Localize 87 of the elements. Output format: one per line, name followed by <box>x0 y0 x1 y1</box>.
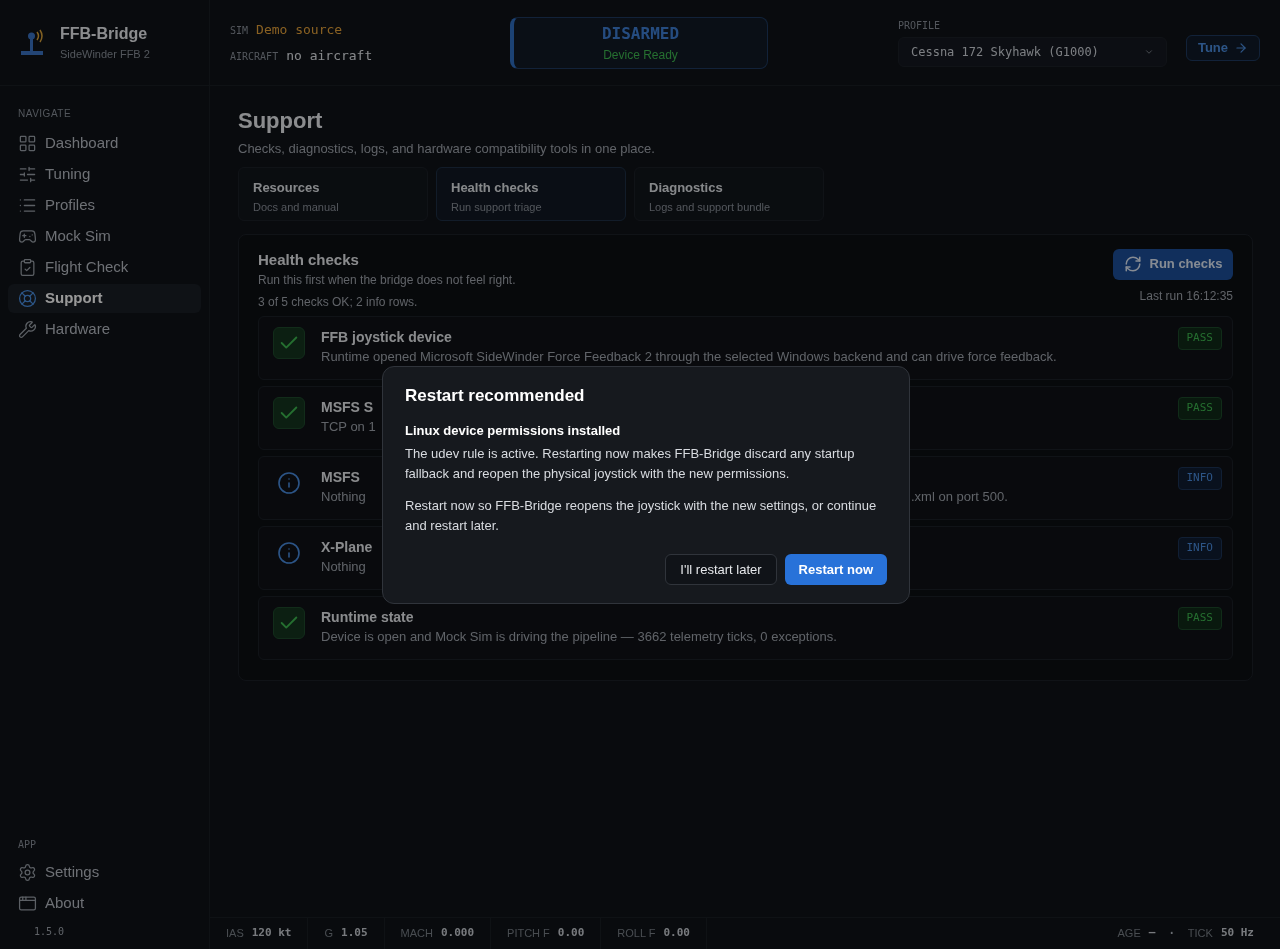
sim-value: Demo source <box>256 21 343 39</box>
telemetry-label: ROLL F <box>617 926 656 942</box>
panel-subtitle: Run this first when the bridge does not feel right. <box>258 272 516 289</box>
nav-item[interactable]: Flight Check <box>8 253 201 282</box>
app-version: 1.5.0 <box>33 925 66 939</box>
telemetry-value: 0.00 <box>663 925 690 942</box>
telemetry-value: 120 kt <box>251 925 292 942</box>
check-description: TCP on 1 <box>321 418 376 436</box>
app-subtitle: SideWinder FFB 2 <box>60 47 150 63</box>
profile-label: PROFILE <box>898 19 942 33</box>
panel-title: Health checks <box>258 249 360 270</box>
telemetry-label: AGE <box>1117 926 1141 942</box>
device-status: Device Ready <box>603 46 678 64</box>
info-icon <box>277 471 301 495</box>
telemetry-value: 0.000 <box>440 925 475 942</box>
run-checks-button[interactable]: Run checks <box>1113 248 1233 280</box>
nav-item[interactable]: Settings <box>8 858 201 887</box>
telemetry-label: IAS <box>226 926 244 942</box>
profile-select[interactable]: Cessna 172 Skyhawk (G1000) <box>898 37 1167 67</box>
nav-item[interactable]: About <box>8 889 201 918</box>
info-icon <box>277 541 301 565</box>
status-badge: PASS <box>1177 327 1222 350</box>
section-tab[interactable]: Diagnostics Logs and support bundle <box>634 166 824 221</box>
tune-button[interactable]: Tune <box>1186 34 1260 61</box>
dialog-subtitle: Linux device permissions installed <box>405 421 622 440</box>
telemetry-value: — <box>1148 925 1156 942</box>
grid-icon <box>18 134 37 153</box>
telemetry-value: 50 Hz <box>1220 925 1254 942</box>
refresh-icon <box>1123 255 1142 273</box>
window-icon <box>18 894 37 913</box>
check-icon <box>273 327 305 359</box>
telemetry-label: MACH <box>400 926 433 942</box>
arm-state: DISARMED <box>601 22 680 45</box>
nav-item[interactable]: Profiles <box>8 191 201 220</box>
nav-item[interactable]: Hardware <box>8 315 201 344</box>
telemetry-value: 1.05 <box>341 925 368 942</box>
check-title: MSFS <box>321 468 360 487</box>
check-icon <box>273 397 305 429</box>
page-subtitle: Checks, diagnostics, logs, and hardware compatibility tools in one place. <box>238 140 656 158</box>
app-heading: APP <box>17 838 38 852</box>
check-description: Nothing <box>321 558 366 576</box>
nav-item[interactable]: Dashboard <box>8 129 201 158</box>
aircraft-label: AIRCRAFT <box>230 49 279 64</box>
dialog-title: Restart recommended <box>405 385 586 407</box>
settings-icon <box>18 863 37 882</box>
wrench-icon <box>18 320 37 339</box>
check-description: Device is open and Mock Sim is driving the pipeline — 3662 telemetry ticks, 0 exceptions. <box>321 628 837 646</box>
sim-label: SIM <box>230 24 249 38</box>
check-description: Runtime opened Microsoft SideWinder Force Feedback 2 through the selected Windows backend and can drive force feedback. <box>321 348 1057 366</box>
telemetry-value: 0.00 <box>557 925 585 942</box>
nav-heading: NAVIGATE <box>17 107 73 121</box>
dialog-message: Restart now so FFB-Bridge reopens the joystick with the new settings, or continue and restart later. <box>405 497 878 535</box>
lifebuoy-icon <box>18 289 37 308</box>
check-icon <box>273 607 305 639</box>
telemetry-label: TICK <box>1187 926 1213 942</box>
check-title: Runtime state <box>321 608 414 627</box>
status-badge: INFO <box>1177 467 1222 490</box>
arrow-right-icon <box>1234 40 1249 55</box>
status-badge: PASS <box>1177 607 1222 630</box>
nav-item[interactable]: Tuning <box>8 160 201 189</box>
gamepad-icon <box>18 227 37 246</box>
check-title: X-Plane <box>321 538 373 557</box>
restart-now-button[interactable]: Restart now <box>784 554 887 585</box>
check-description: Nothing <box>321 488 366 506</box>
dialog-message: The udev rule is active. Restarting now makes FFB-Bridge discard any startup fallback and reopen the physical joystick with the new permissions. <box>405 445 856 483</box>
check-title: FFB joystick device <box>321 328 452 347</box>
page-title: Support <box>238 107 324 135</box>
nav-item[interactable]: Support <box>8 284 201 313</box>
last-run-time: Last run 16:12:35 <box>1139 287 1233 305</box>
nav-item[interactable]: Mock Sim <box>8 222 201 251</box>
telemetry-label: PITCH F <box>507 926 550 942</box>
check-summary: 3 of 5 checks OK; 2 info rows. <box>258 294 419 311</box>
check-description: .xml on port 500. <box>911 488 1008 506</box>
sliders-icon <box>18 165 37 184</box>
status-badge: INFO <box>1177 537 1222 560</box>
restart-later-button[interactable]: I'll restart later <box>665 554 777 585</box>
section-tab[interactable]: Health checks Run support triage <box>436 166 626 221</box>
status-badge: PASS <box>1177 397 1222 420</box>
check-title: MSFS S <box>321 398 374 417</box>
telemetry-label: G <box>324 926 334 942</box>
separator-dot: · <box>1166 924 1177 943</box>
section-tab[interactable]: Resources Docs and manual <box>238 166 428 221</box>
aircraft-value: no aircraft <box>286 46 373 65</box>
clipboard-check-icon <box>18 258 37 277</box>
list-icon <box>18 196 37 215</box>
chevron-down-icon <box>1144 47 1154 57</box>
app-name: FFB-Bridge <box>60 24 149 45</box>
